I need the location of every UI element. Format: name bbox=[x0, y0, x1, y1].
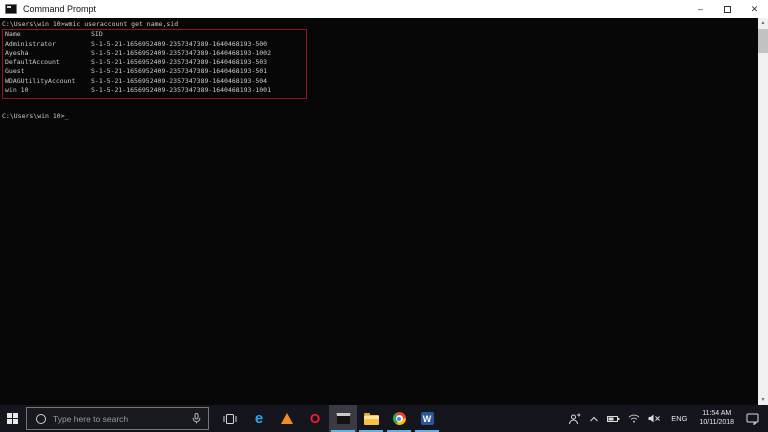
clock-date: 10/11/2018 bbox=[699, 418, 734, 426]
taskbar-search-input[interactable]: Type here to search bbox=[26, 407, 209, 430]
account-sid: S-1-5-21-1656952409-2357347389-164046819… bbox=[91, 58, 268, 67]
taskbar: Type here to search e O W ENG 11:54 AM 1… bbox=[0, 405, 768, 432]
table-row: win 10 S-1-5-21-1656952409-2357347389-164… bbox=[5, 86, 306, 95]
scroll-up-icon[interactable]: ▲ bbox=[758, 18, 768, 28]
console-scrollbar[interactable]: ▲ ▼ bbox=[758, 18, 768, 405]
current-prompt-line[interactable]: C:\Users\win 10>_ bbox=[2, 112, 758, 121]
people-icon bbox=[569, 413, 581, 424]
header-sid: SID bbox=[91, 30, 103, 39]
window-titlebar: Command Prompt – ✕ bbox=[0, 0, 768, 18]
table-row: Guest S-1-5-21-1656952409-2357347389-1640… bbox=[5, 67, 306, 76]
volume-status[interactable] bbox=[644, 405, 665, 432]
text-cursor: _ bbox=[64, 112, 69, 121]
action-center-button[interactable] bbox=[740, 405, 768, 432]
account-name: WDAGUtilityAccount bbox=[5, 76, 76, 85]
table-row: Administrator S-1-5-21-1656952409-2357347… bbox=[5, 40, 306, 49]
system-tray: ENG 11:54 AM 10/11/2018 bbox=[564, 405, 768, 432]
command-prompt-icon bbox=[335, 412, 351, 425]
file-explorer-icon bbox=[363, 412, 379, 425]
word-icon: W bbox=[420, 412, 434, 425]
chevron-up-icon bbox=[590, 416, 599, 421]
table-row: DefaultAccount S-1-5-21-1656952409-235734… bbox=[5, 58, 306, 67]
scrollbar-thumb[interactable] bbox=[758, 29, 768, 53]
task-view-icon bbox=[223, 413, 237, 424]
console-output: C:\Users\win 10>wmic useraccount get nam… bbox=[0, 18, 758, 405]
account-name: Ayesha bbox=[5, 48, 29, 57]
battery-icon bbox=[607, 415, 620, 422]
account-name: win 10 bbox=[5, 86, 29, 95]
table-row: WDAGUtilityAccount S-1-5-21-1656952409-23… bbox=[5, 77, 306, 86]
close-button[interactable]: ✕ bbox=[741, 0, 768, 18]
window-title: Command Prompt bbox=[23, 4, 97, 14]
chrome-icon bbox=[392, 412, 406, 425]
prompt-text: C:\Users\win 10> bbox=[2, 112, 65, 121]
people-button[interactable] bbox=[564, 405, 585, 432]
useraccount-table-annotation-box: Name SID Administrator S-1-5-21-1656952409… bbox=[2, 29, 307, 100]
account-name: Guest bbox=[5, 67, 25, 76]
table-row: Ayesha S-1-5-21-1656952409-2357347389-164… bbox=[5, 49, 306, 58]
header-name: Name bbox=[5, 30, 21, 39]
taskbar-app-file-explorer[interactable] bbox=[357, 405, 385, 432]
account-sid: S-1-5-21-1656952409-2357347389-164046819… bbox=[91, 67, 268, 76]
start-button[interactable] bbox=[0, 405, 26, 432]
cortana-icon bbox=[36, 413, 46, 424]
language-indicator[interactable]: ENG bbox=[665, 405, 693, 432]
search-placeholder: Type here to search bbox=[53, 413, 129, 424]
taskbar-app-edge[interactable]: e bbox=[245, 405, 273, 432]
account-sid: S-1-5-21-1656952409-2357347389-164046819… bbox=[91, 48, 272, 57]
windows-logo-icon bbox=[7, 412, 19, 425]
typed-command: wmic useraccount get name,sid bbox=[64, 20, 179, 28]
account-name: Administrator bbox=[5, 39, 56, 48]
command-line: C:\Users\win 10>wmic useraccount get nam… bbox=[2, 20, 758, 29]
minimize-button[interactable]: – bbox=[687, 0, 714, 18]
scroll-down-icon[interactable]: ▼ bbox=[758, 395, 768, 405]
command-prompt-icon bbox=[5, 4, 17, 14]
wifi-icon bbox=[628, 414, 640, 423]
opera-icon: O bbox=[309, 411, 321, 426]
taskbar-app-chrome[interactable] bbox=[385, 405, 413, 432]
speaker-muted-icon bbox=[648, 414, 661, 423]
task-view-button[interactable] bbox=[215, 405, 245, 432]
show-hidden-icons-button[interactable] bbox=[585, 405, 603, 432]
prompt-text: C:\Users\win 10> bbox=[2, 20, 65, 28]
network-status[interactable] bbox=[624, 405, 644, 432]
taskbar-app-vlc[interactable] bbox=[273, 405, 301, 432]
table-header-row: Name SID bbox=[5, 30, 306, 39]
taskbar-app-word[interactable]: W bbox=[413, 405, 441, 432]
battery-status[interactable] bbox=[603, 405, 624, 432]
action-center-icon bbox=[746, 413, 759, 425]
account-sid: S-1-5-21-1656952409-2357347389-164046819… bbox=[91, 39, 268, 48]
account-name: DefaultAccount bbox=[5, 58, 60, 67]
maximize-icon bbox=[724, 5, 731, 13]
account-sid: S-1-5-21-1656952409-2357347389-164046819… bbox=[91, 76, 268, 85]
clock-time: 11:54 AM bbox=[702, 410, 732, 417]
maximize-button[interactable] bbox=[714, 0, 741, 18]
taskbar-app-command-prompt[interactable] bbox=[329, 405, 357, 432]
edge-icon: e bbox=[254, 410, 264, 427]
microphone-icon[interactable] bbox=[192, 413, 201, 424]
taskbar-app-opera[interactable]: O bbox=[301, 405, 329, 432]
vlc-icon bbox=[281, 413, 293, 424]
account-sid: S-1-5-21-1656952409-2357347389-164046819… bbox=[91, 86, 272, 95]
clock[interactable]: 11:54 AM 10/11/2018 bbox=[693, 405, 740, 432]
